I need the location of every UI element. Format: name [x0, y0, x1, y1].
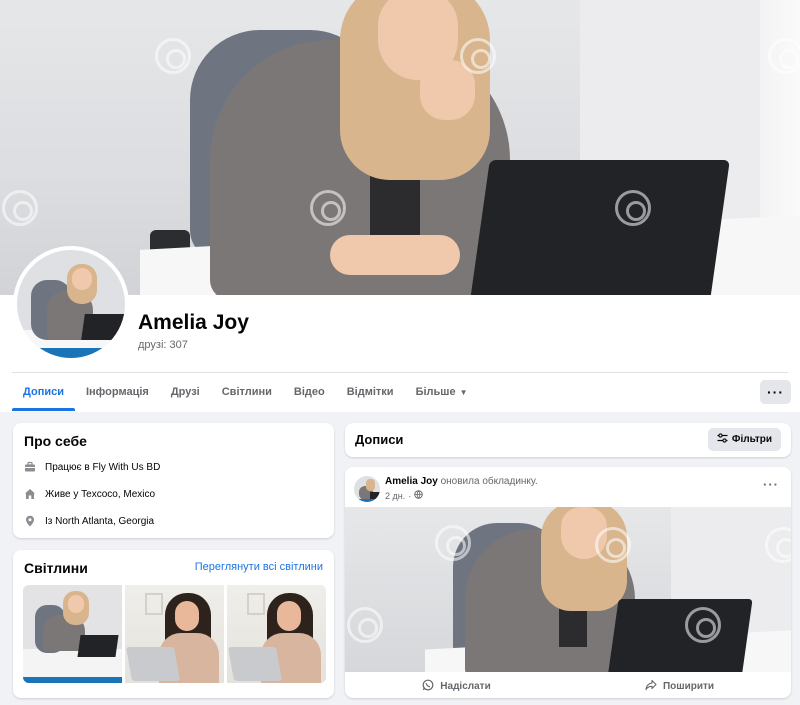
briefcase-icon	[24, 461, 36, 473]
profile-name[interactable]: Amelia Joy	[138, 311, 249, 335]
cover-person-arm	[330, 235, 460, 275]
thumb-face	[68, 595, 84, 613]
thumb-laptop	[77, 635, 119, 657]
cover-photo[interactable]	[0, 0, 800, 295]
tab-label: Більше	[415, 386, 456, 398]
tab-more[interactable]: Більше ▼	[405, 373, 479, 411]
more-options-button[interactable]: ···	[760, 380, 791, 404]
post-author-avatar[interactable]	[354, 476, 380, 502]
see-all-photos-link[interactable]: Переглянути всі світлини	[195, 561, 323, 573]
about-title: Про себе	[24, 433, 87, 449]
tab-label: Відмітки	[346, 386, 394, 398]
tab-about[interactable]: Інформація	[75, 373, 160, 411]
filters-label: Фільтри	[731, 434, 772, 445]
post-avatar-strip	[354, 499, 380, 502]
thumb-face	[277, 601, 301, 631]
about-item-lives[interactable]: Живе у Texcoco, Mexico	[24, 488, 155, 500]
watermark-icon	[435, 525, 471, 561]
tab-posts[interactable]: Дописи	[12, 373, 75, 411]
about-item-text: Живе у Texcoco, Mexico	[45, 488, 156, 500]
post-avatar-laptop	[370, 492, 380, 499]
avatar-image	[17, 250, 125, 358]
watermark-icon	[347, 607, 383, 643]
post-header-text: Amelia Joy оновила обкладинку.	[385, 476, 538, 487]
posts-header-card: Дописи Фільтри	[345, 423, 791, 457]
profile-tabs: Дописи Інформація Друзі Світлини Відео В…	[12, 373, 479, 411]
post-image[interactable]	[345, 507, 791, 672]
globe-icon	[414, 490, 424, 501]
post-avatar-hair	[366, 479, 375, 491]
watermark-icon	[615, 190, 651, 226]
avatar-strip	[17, 348, 125, 358]
thumb-frame	[247, 593, 265, 615]
photo-thumbnail[interactable]	[23, 585, 122, 683]
about-item-text: Працює в Fly With Us BD	[45, 461, 161, 473]
about-card: Про себе Працює в Fly With Us BD Живе у …	[13, 423, 334, 538]
filter-sliders-icon	[717, 433, 728, 446]
tab-videos[interactable]: Відео	[283, 373, 336, 411]
thumb-laptop	[228, 647, 282, 681]
filters-button[interactable]: Фільтри	[707, 428, 781, 451]
post-action-text: оновила обкладинку.	[440, 476, 538, 487]
watermark-icon	[460, 38, 496, 74]
thumb-laptop	[126, 647, 180, 681]
tab-label: Інформація	[85, 386, 149, 398]
whatsapp-icon	[422, 679, 434, 694]
about-item-from[interactable]: Із North Atlanta, Georgia	[24, 515, 154, 527]
tab-tags[interactable]: Відмітки	[336, 373, 405, 411]
watermark-icon	[768, 38, 800, 74]
photo-thumbnails	[23, 585, 326, 683]
share-label: Поширити	[662, 680, 715, 692]
thumb-face	[175, 601, 199, 631]
send-button[interactable]: Надіслати	[345, 674, 568, 698]
photo-thumbnail[interactable]	[227, 585, 326, 683]
cover-curtain	[760, 0, 800, 240]
watermark-icon	[310, 190, 346, 226]
send-label: Надіслати	[440, 680, 491, 692]
photos-title: Світлини	[24, 560, 88, 576]
avatar-face	[72, 268, 92, 290]
post-meta: 2 дн. ·	[385, 490, 424, 501]
watermark-icon	[685, 607, 721, 643]
tab-label: Дописи	[23, 386, 64, 398]
watermark-icon	[155, 38, 191, 74]
home-icon	[24, 488, 36, 500]
caret-down-icon: ▼	[459, 387, 468, 397]
tab-label: Світлини	[221, 386, 272, 398]
avatar-laptop	[81, 314, 125, 340]
share-arrow-icon	[645, 679, 657, 694]
post-actions: Надіслати Поширити	[345, 674, 791, 698]
post-more-options-button[interactable]: ···	[763, 477, 779, 492]
profile-avatar[interactable]	[13, 246, 129, 362]
friends-count[interactable]: друзі: 307	[138, 339, 188, 351]
watermark-icon	[595, 527, 631, 563]
post-timestamp[interactable]: 2 дн.	[385, 491, 405, 501]
tab-label: Друзі	[170, 386, 200, 398]
share-button[interactable]: Поширити	[568, 674, 791, 698]
tab-photos[interactable]: Світлини	[211, 373, 283, 411]
photos-card: Світлини Переглянути всі світлини	[13, 550, 334, 698]
photo-thumbnail[interactable]	[125, 585, 224, 683]
tab-label: Відео	[293, 386, 325, 398]
about-item-text: Із North Atlanta, Georgia	[45, 515, 155, 527]
post-img-laptop	[607, 599, 753, 672]
about-item-work[interactable]: Працює в Fly With Us BD	[24, 461, 160, 473]
thumb-strip	[23, 677, 122, 683]
post-author-name[interactable]: Amelia Joy	[385, 476, 438, 487]
thumb-frame	[145, 593, 163, 615]
location-pin-icon	[24, 515, 36, 527]
dot-separator: ·	[408, 490, 412, 501]
posts-title: Дописи	[355, 432, 404, 447]
tab-friends[interactable]: Друзі	[160, 373, 211, 411]
post-card: Amelia Joy оновила обкладинку. 2 дн. · ·…	[345, 467, 791, 698]
watermark-icon	[2, 190, 38, 226]
cover-laptop	[470, 160, 730, 295]
